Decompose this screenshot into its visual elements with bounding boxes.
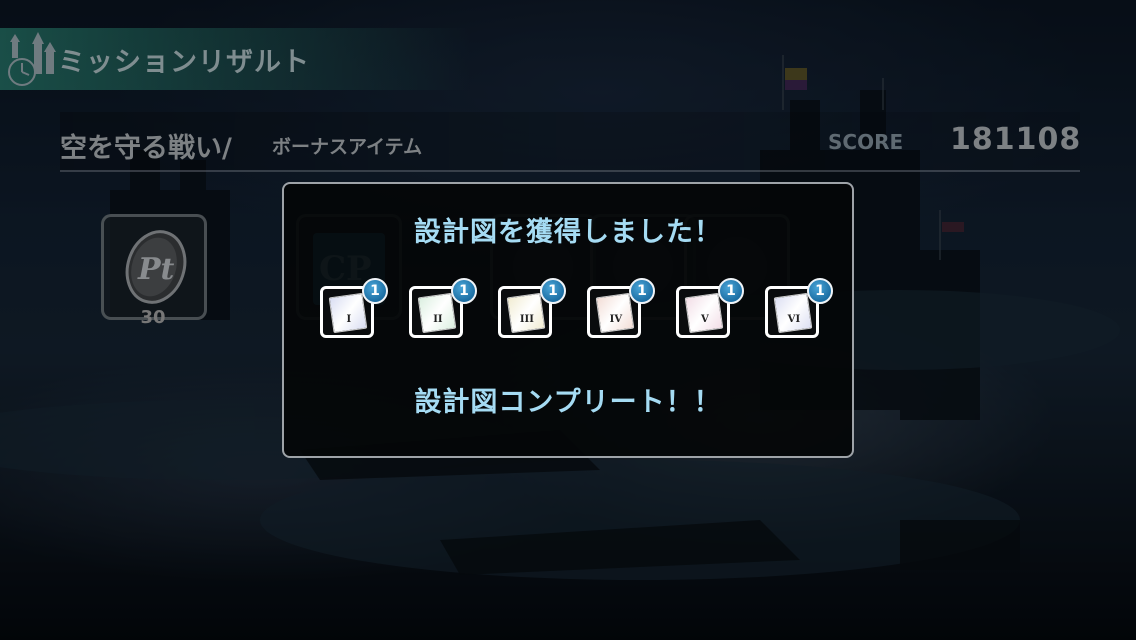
blueprint-paper: I xyxy=(328,292,368,334)
castle-clock-emblem-icon xyxy=(8,32,56,86)
pt-coin-icon: Pt xyxy=(125,230,187,304)
blueprint-numeral: III xyxy=(519,313,534,325)
blueprint-numeral: V xyxy=(701,313,709,325)
bonus-items-label: ボーナスアイテム xyxy=(272,136,423,158)
count-badge: 1 xyxy=(629,278,655,304)
mission-info-row: 空を守る戦い/ ボーナスアイテム SCORE 181108 xyxy=(60,112,1080,172)
blueprint-paper: II xyxy=(417,292,457,334)
count-badge: 1 xyxy=(540,278,566,304)
coin-count: 30 xyxy=(140,307,166,328)
blueprint-paper: III xyxy=(506,292,546,334)
blueprint-numeral: IV xyxy=(609,313,623,325)
score-label: SCORE xyxy=(828,130,904,154)
count-badge: 1 xyxy=(807,278,833,304)
blueprint-paper: VI xyxy=(773,292,813,334)
count-badge: 1 xyxy=(362,278,388,304)
blueprint-numeral: II xyxy=(433,313,443,325)
blueprint-numeral: I xyxy=(346,313,352,325)
blueprint-acquired-dialog[interactable]: 設計図を獲得しました！ I 1 II 1 III 1 IV 1 V 1 VI 1… xyxy=(282,182,854,458)
mission-name: 空を守る戦い/ xyxy=(60,133,232,164)
svg-text:Pt: Pt xyxy=(137,252,175,287)
score-value: 181108 xyxy=(950,122,1082,157)
dialog-title: 設計図を獲得しました！ xyxy=(414,217,722,248)
screen-title: ミッションリザルト xyxy=(58,47,310,78)
complete-message: 設計図コンプリート！！ xyxy=(414,387,722,418)
count-badge: 1 xyxy=(451,278,477,304)
blueprint-numeral: VI xyxy=(787,313,801,325)
bonus-item-slot: Pt xyxy=(101,214,207,320)
blueprint-paper: IV xyxy=(595,292,635,334)
count-badge: 1 xyxy=(718,278,744,304)
result-screen: ミッションリザルト 空を守る戦い/ ボーナスアイテム SCORE 181108 … xyxy=(0,0,1136,640)
blueprint-paper: V xyxy=(684,292,724,334)
